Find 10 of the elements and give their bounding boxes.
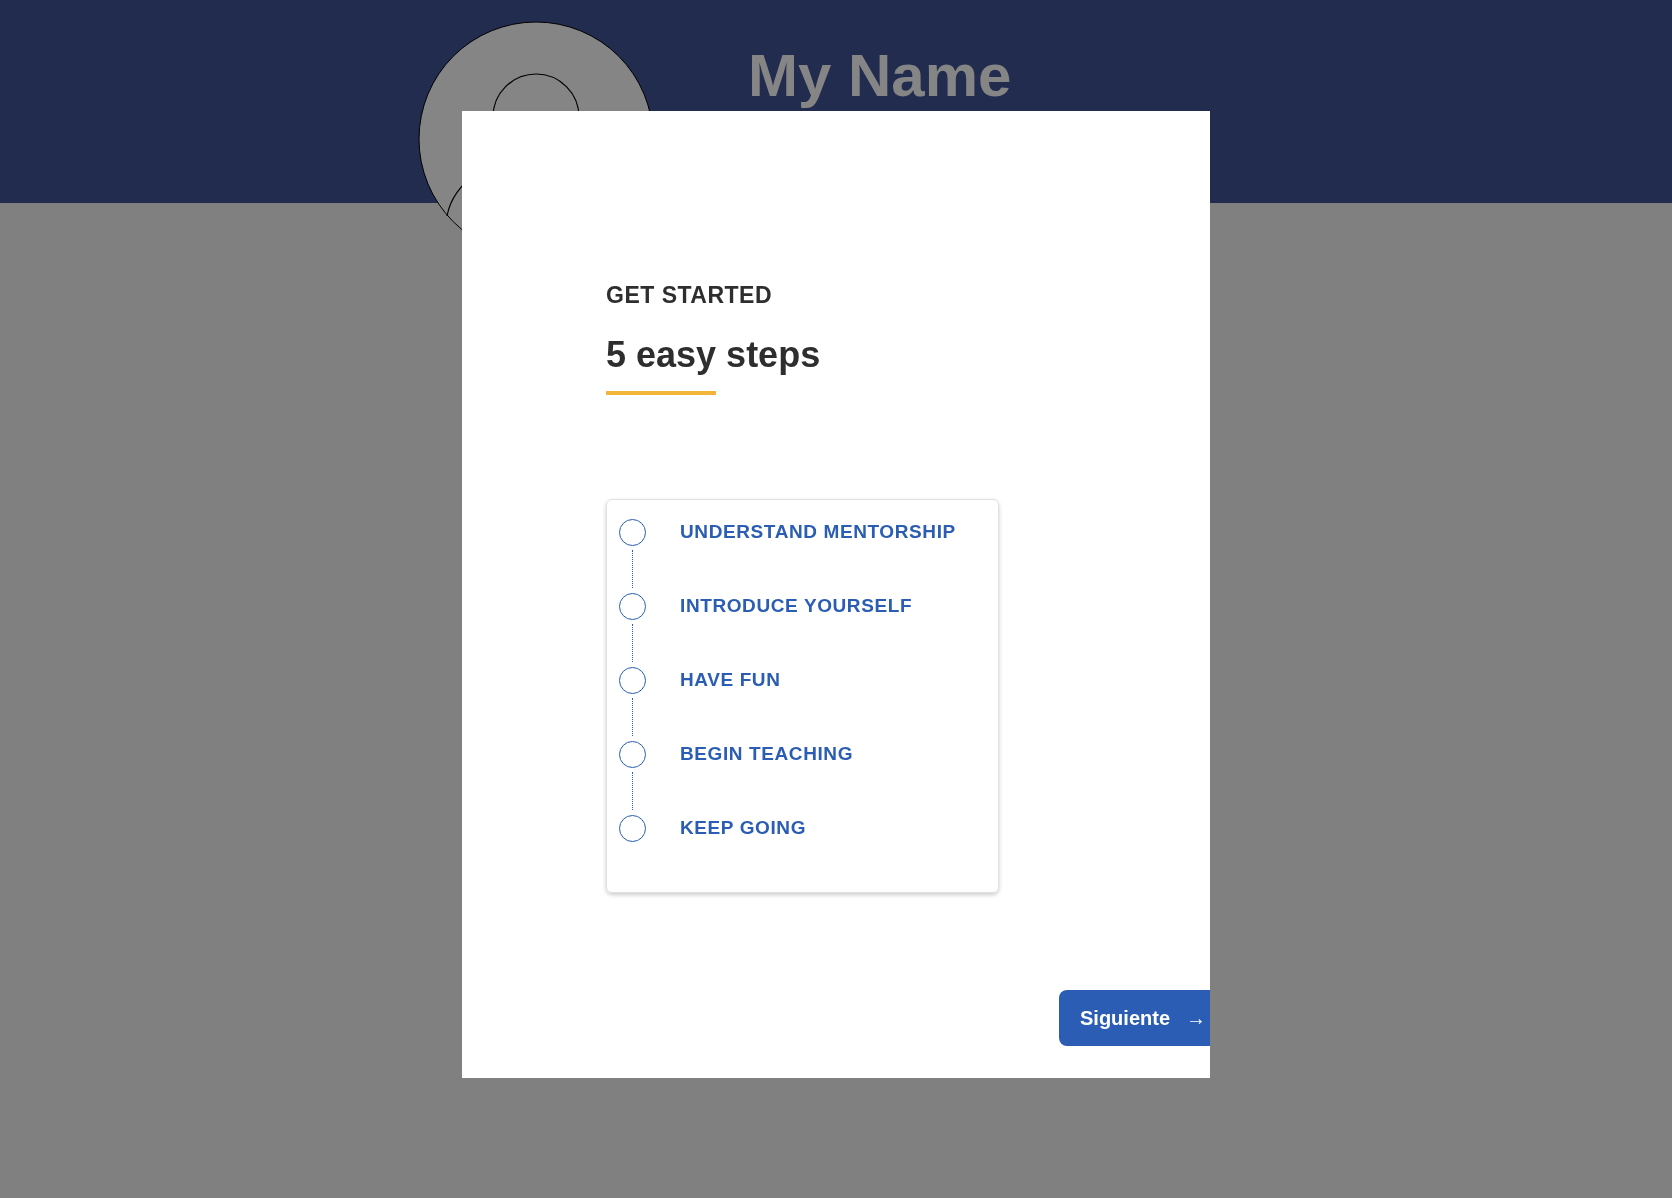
arrow-icon: → <box>1186 1003 1206 1033</box>
eyebrow-label: GET STARTED <box>606 281 774 309</box>
step-label: KEEP GOING <box>680 815 806 840</box>
step-label: BEGIN TEACHING <box>680 741 854 766</box>
step-label: INTRODUCE YOURSELF <box>680 593 913 618</box>
step-label: UNDERSTAND MENTORSHIP <box>680 519 956 544</box>
dialog-title: 5 easy steps <box>606 333 822 377</box>
next-button[interactable]: Siguiente → <box>1059 990 1210 1046</box>
step-label: HAVE FUN <box>680 667 781 692</box>
profile-name: My Name <box>748 41 1012 111</box>
